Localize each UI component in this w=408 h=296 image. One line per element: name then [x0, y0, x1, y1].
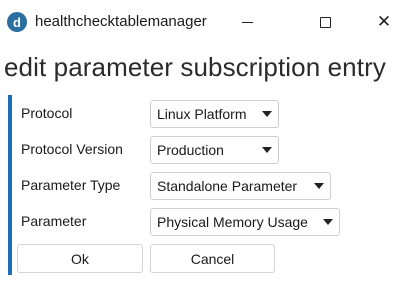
parameter-type-label: Parameter Type [21, 177, 121, 193]
app-icon: d [7, 12, 27, 32]
chevron-down-icon [314, 183, 324, 189]
protocol-select[interactable]: Linux Platform [150, 100, 279, 128]
parameter-type-select[interactable]: Standalone Parameter [150, 172, 331, 200]
parameter-type-value: Standalone Parameter [157, 178, 298, 194]
chevron-down-icon [262, 111, 272, 117]
chevron-down-icon [262, 147, 272, 153]
minimize-button[interactable] [224, 0, 270, 44]
protocol-row: Protocol Linux Platform [12, 100, 352, 128]
protocol-version-row: Protocol Version Production [12, 136, 352, 164]
title-bar: d healthchecktablemanager ✕ [0, 0, 408, 44]
protocol-value: Linux Platform [157, 106, 247, 122]
minimize-icon [241, 21, 253, 23]
cancel-button[interactable]: Cancel [150, 244, 275, 273]
protocol-label: Protocol [21, 105, 73, 121]
parameter-type-row: Parameter Type Standalone Parameter [12, 172, 352, 200]
parameter-select[interactable]: Physical Memory Usage [150, 208, 340, 236]
ok-button[interactable]: Ok [17, 244, 143, 273]
dialog-heading: edit parameter subscription entry [4, 52, 386, 82]
close-icon: ✕ [376, 12, 392, 31]
protocol-version-label: Protocol Version [21, 141, 123, 157]
maximize-icon [319, 16, 331, 28]
parameter-label: Parameter [21, 213, 87, 229]
button-row: Ok Cancel [12, 244, 352, 273]
parameter-value: Physical Memory Usage [157, 214, 308, 230]
close-button[interactable]: ✕ [361, 0, 407, 44]
parameter-row: Parameter Physical Memory Usage [12, 208, 352, 236]
protocol-version-select[interactable]: Production [150, 136, 279, 164]
maximize-button[interactable] [302, 0, 348, 44]
form-panel: Protocol Linux Platform Protocol Version… [8, 95, 360, 275]
window-title: healthchecktablemanager [35, 13, 207, 30]
protocol-version-value: Production [157, 142, 224, 158]
chevron-down-icon [323, 219, 333, 225]
